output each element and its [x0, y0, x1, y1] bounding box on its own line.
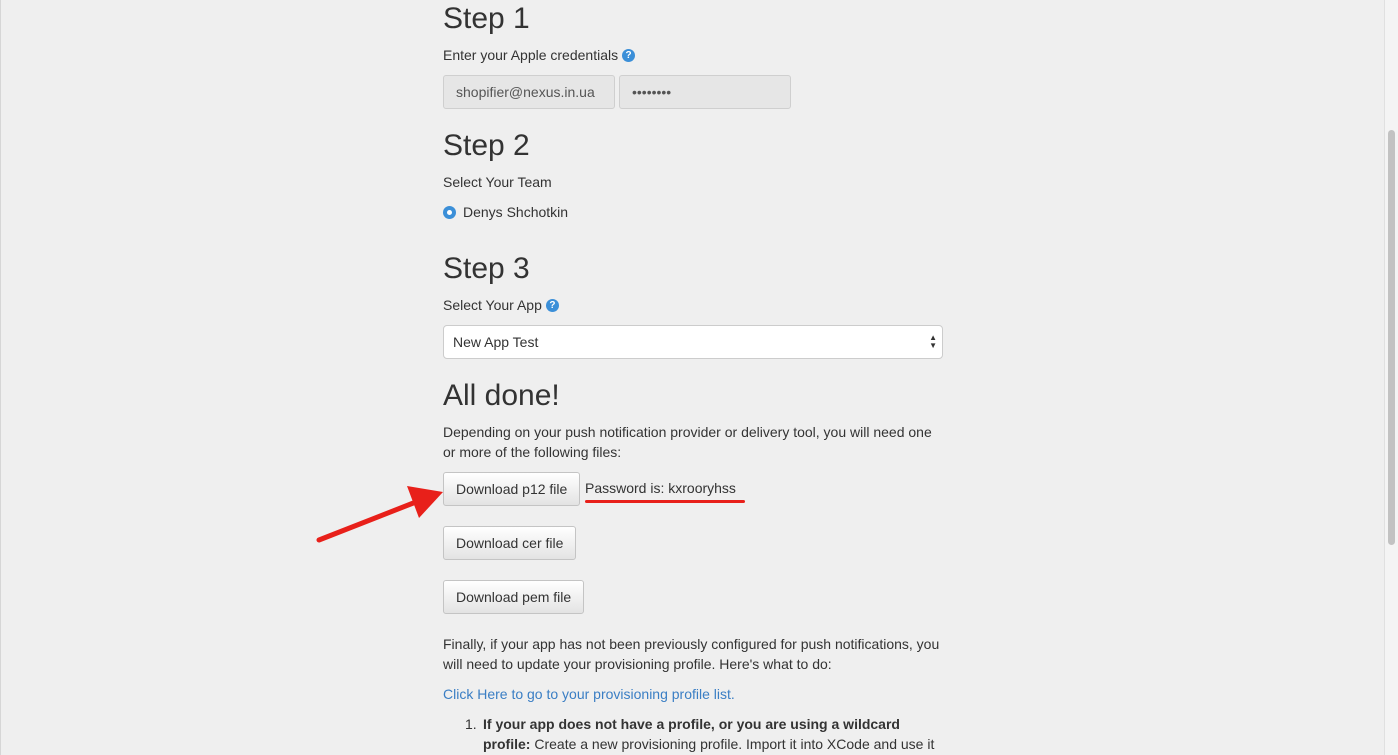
step2-title: Step 2	[443, 129, 530, 162]
select-arrows-icon: ▲ ▼	[929, 333, 937, 350]
step1-label-text: Enter your Apple credentials	[443, 47, 619, 63]
step3-label: Select Your App ?	[443, 297, 559, 313]
apple-id-field[interactable]: shopifier@nexus.in.ua	[443, 75, 615, 109]
app-select-value: New App Test	[453, 334, 539, 350]
done-intro: Depending on your push notification prov…	[443, 424, 932, 460]
team-option-label: Denys Shchotkin	[463, 204, 569, 220]
app-select[interactable]: New App Test ▲ ▼	[443, 325, 943, 359]
step1-title: Step 1	[443, 2, 530, 35]
help-icon[interactable]: ?	[545, 298, 559, 312]
team-radio-option[interactable]: Denys Shchotkin	[443, 204, 568, 220]
radio-selected-icon[interactable]	[443, 205, 456, 219]
step2-label: Select Your Team	[443, 174, 552, 190]
p12-password-text: Password is: kxrooryhss	[585, 480, 736, 496]
step3-label-text: Select Your App	[443, 297, 542, 313]
list-item-number: 1.	[465, 716, 477, 732]
download-cer-button[interactable]: Download cer file	[443, 526, 577, 560]
page-scrollbar[interactable]	[1384, 0, 1398, 755]
finally-text: Finally, if your app has not been previo…	[443, 636, 940, 672]
done-title: All done!	[443, 379, 560, 412]
help-icon[interactable]: ?	[622, 48, 636, 62]
scrollbar-thumb[interactable]	[1388, 130, 1395, 545]
password-field[interactable]: ••••••••	[619, 75, 791, 109]
annotation-arrow-icon	[316, 486, 443, 543]
download-p12-button[interactable]: Download p12 file	[443, 472, 581, 506]
download-pem-button[interactable]: Download pem file	[443, 580, 585, 614]
annotation-underline	[585, 500, 745, 503]
step1-label: Enter your Apple credentials ?	[443, 47, 636, 63]
step3-title: Step 3	[443, 252, 530, 285]
list-item-text: Create a new provisioning profile. Impor…	[530, 736, 935, 752]
provisioning-profile-link[interactable]: Click Here to go to your provisioning pr…	[443, 686, 735, 702]
list-item: 1. If your app does not have a profile, …	[465, 714, 943, 754]
